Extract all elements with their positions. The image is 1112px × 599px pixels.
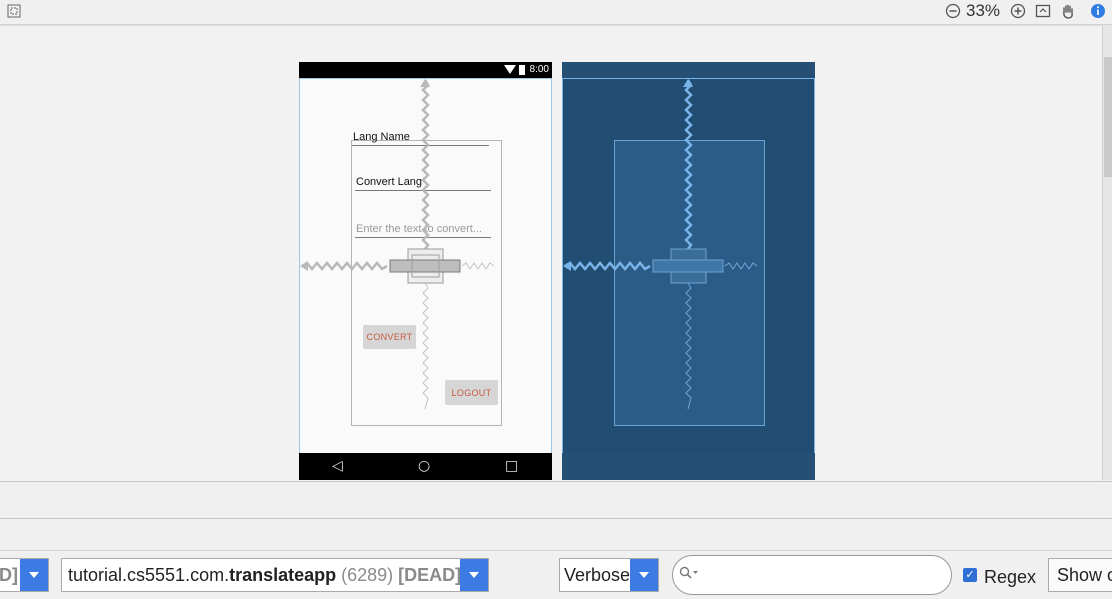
blueprint-center-band: [652, 259, 724, 273]
log-level-text: Verbose: [564, 565, 631, 585]
status-time: 8:00: [529, 64, 549, 75]
zoom-in-icon[interactable]: [1008, 1, 1028, 21]
blueprint-bottom-spring: [685, 282, 692, 410]
recents-icon[interactable]: □: [505, 458, 518, 474]
back-icon[interactable]: ◁: [332, 458, 343, 474]
logcat-toolbar: D] tutorial.cs5551.com.translateapp (628…: [0, 550, 1112, 599]
blueprint-left-spring: [564, 261, 651, 271]
search-icon[interactable]: [679, 566, 699, 584]
layout-root[interactable]: Lang Name Convert Lang Enter the text to…: [299, 78, 552, 454]
zoom-out-icon[interactable]: [943, 1, 963, 21]
process-combo-text: tutorial.cs5551.com.translateapp (6289) …: [68, 565, 461, 586]
chevron-down-icon[interactable]: [630, 559, 658, 591]
vertical-scrollbar[interactable]: [1102, 25, 1112, 480]
battery-icon: [519, 65, 525, 75]
scrollbar-thumb[interactable]: [1104, 57, 1112, 177]
panel-divider[interactable]: [0, 481, 1112, 519]
status-bar: 8:00: [299, 62, 552, 78]
process-state: [DEAD]: [398, 565, 462, 585]
blueprint-constraint-overlay: [563, 79, 758, 410]
blueprint-top-spring: [684, 79, 693, 250]
device-combo-text: D]: [0, 565, 18, 585]
blueprint-arrow-left: [563, 261, 571, 271]
chevron-down-icon[interactable]: [460, 559, 488, 591]
log-level-combo[interactable]: Verbose: [559, 558, 659, 592]
process-pid: (6289): [336, 565, 399, 585]
device-combo[interactable]: D]: [0, 558, 49, 592]
constraint-top-spring: [421, 79, 430, 250]
show-only-selected-button[interactable]: Show o: [1048, 558, 1112, 592]
blueprint-layout-root[interactable]: [562, 78, 815, 454]
blueprint-arrow-top: [683, 79, 693, 87]
info-icon[interactable]: [1088, 1, 1108, 21]
navigation-bar: ◁ ○ □: [299, 453, 552, 480]
process-prefix: tutorial.cs5551.com.: [68, 565, 230, 585]
constraint-left-spring: [301, 261, 388, 271]
constraint-bottom-spring: [422, 282, 429, 410]
blueprint-preview[interactable]: [562, 62, 815, 480]
regex-label: Regex: [984, 567, 1037, 587]
regex-checkbox[interactable]: ✓: [963, 568, 977, 582]
home-icon[interactable]: ○: [418, 458, 430, 474]
blueprint-status-bar: [562, 62, 815, 78]
center-widget-band: [389, 259, 461, 273]
pan-hand-icon[interactable]: [1058, 1, 1078, 21]
blueprint-navigation-bar: [562, 453, 815, 480]
constraint-arrow-left: [300, 261, 308, 271]
chevron-down-icon[interactable]: [20, 559, 48, 591]
zoom-level: 33%: [966, 1, 1001, 20]
search-input[interactable]: [672, 555, 952, 595]
constraint-overlay: [300, 79, 495, 410]
constraint-arrow-top: [420, 79, 430, 87]
wifi-icon: [504, 65, 516, 74]
fit-screen-icon[interactable]: [4, 1, 24, 21]
layout-editor-toolbar: 33%: [0, 0, 1112, 25]
blueprint-right-spring: [724, 262, 758, 270]
design-preview[interactable]: 8:00 Lang Name Convert Lang Enter the te…: [299, 62, 552, 480]
zoom-actual-icon[interactable]: [1033, 1, 1053, 21]
process-name: translateapp: [229, 565, 337, 585]
constraint-right-spring: [461, 262, 495, 270]
process-combo[interactable]: tutorial.cs5551.com.translateapp (6289) …: [61, 558, 489, 592]
